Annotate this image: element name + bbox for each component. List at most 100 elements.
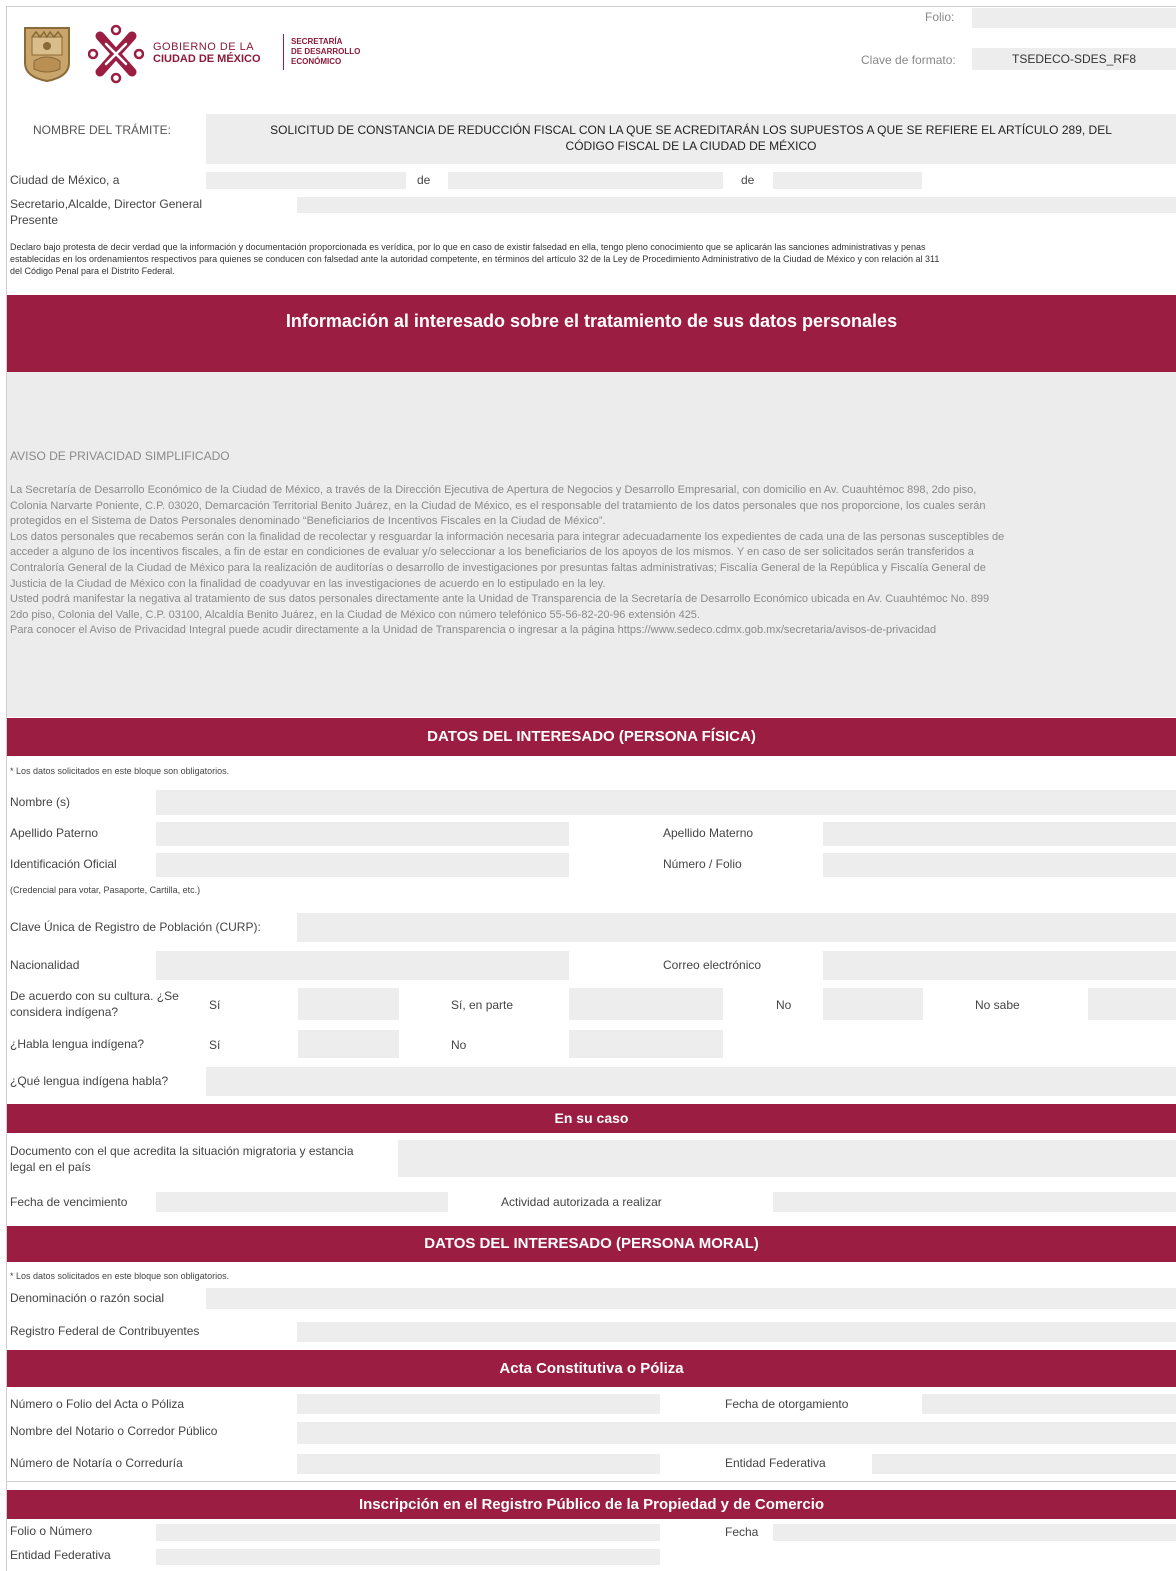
moral-required-note: * Los datos solicitados en este bloque s… [10, 1271, 230, 1281]
day-field[interactable] [206, 172, 406, 189]
destinatario-line2: Presente [10, 213, 59, 227]
actividad-autorizada-label: Actividad autorizada a realizar [501, 1195, 662, 1209]
clave-formato-label: Clave de formato: [861, 53, 956, 67]
nacionalidad-label: Nacionalidad [10, 958, 80, 972]
indigena-si-label: Sí [209, 998, 221, 1012]
numero-notaria-field[interactable] [297, 1454, 660, 1474]
rfc-field[interactable] [297, 1322, 1176, 1342]
registro-fecha-label: Fecha [725, 1525, 759, 1539]
privacy-line: Colonia Narvarte Poniente, C.P. 03020, D… [10, 499, 986, 512]
denominacion-label: Denominación o razón social [10, 1291, 165, 1305]
habla-no-field[interactable] [569, 1030, 723, 1058]
acta-entidad-field[interactable] [872, 1454, 1176, 1474]
privacy-line: acceder a alguno de los incentivos fisca… [10, 546, 974, 559]
que-lengua-label: ¿Qué lengua indígena habla? [10, 1074, 169, 1088]
numero-folio-field[interactable] [823, 853, 1176, 877]
apellido-paterno-field[interactable] [156, 822, 569, 846]
privacy-line: Para conocer el Aviso de Privacidad Inte… [10, 624, 937, 637]
indigena-no-label: No [776, 998, 792, 1012]
tramite-value-line2: CÓDIGO FISCAL DE LA CIUDAD DE MÉXICO [565, 139, 817, 153]
actividad-autorizada-field[interactable] [773, 1192, 1176, 1212]
registro-entidad-label: Entidad Federativa [10, 1548, 111, 1562]
numero-notaria-label: Número de Notaría o Correduría [10, 1456, 183, 1470]
notario-label: Nombre del Notario o Corredor Público [10, 1424, 218, 1438]
privacy-line: Los datos personales que recabemos serán… [10, 530, 1005, 543]
apellido-paterno-label: Apellido Paterno [10, 826, 99, 840]
nombre-label: Nombre (s) [10, 795, 71, 809]
declaracion-line3: del Código Penal para el Distrito Federa… [10, 266, 175, 276]
clave-formato-value: TSEDECO-SDES_RF8 [972, 48, 1176, 70]
habla-si-field[interactable] [298, 1030, 399, 1058]
privacy-header: Información al interesado sobre el trata… [7, 295, 1176, 372]
curp-field[interactable] [297, 913, 1176, 942]
month-field[interactable] [448, 172, 723, 189]
fecha-vencimiento-label: Fecha de vencimiento [10, 1195, 128, 1209]
correo-field[interactable] [823, 951, 1176, 980]
indigena-si-field[interactable] [298, 988, 399, 1020]
registro-folio-field[interactable] [156, 1524, 660, 1541]
persona-fisica-header: DATOS DEL INTERESADO (PERSONA FÍSICA) [7, 718, 1176, 756]
documento-migratorio-label-line2: legal en el país [10, 1160, 91, 1174]
credencial-note: (Credencial para votar, Pasaporte, Carti… [10, 885, 201, 895]
denominacion-field[interactable] [206, 1288, 1176, 1309]
identificacion-label: Identificación Oficial [10, 857, 117, 871]
registro-fecha-field[interactable] [773, 1524, 1176, 1541]
documento-migratorio-field[interactable] [398, 1140, 1176, 1177]
que-lengua-field[interactable] [206, 1067, 1176, 1096]
sec-logo-line3: ECONÓMICO [291, 57, 342, 66]
curp-label: Clave Única de Registro de Población (CU… [10, 920, 261, 934]
tramite-value-line1: SOLICITUD DE CONSTANCIA DE REDUCCIÓN FIS… [270, 123, 1112, 137]
tramite-label: NOMBRE DEL TRÁMITE: [33, 123, 172, 137]
indigena-no-sabe-label: No sabe [975, 998, 1020, 1012]
indigena-no-sabe-field[interactable] [1088, 988, 1176, 1020]
folio-label: Folio: [925, 10, 955, 24]
destinatario-field[interactable] [297, 197, 1176, 213]
apellido-materno-label: Apellido Materno [663, 826, 754, 840]
identificacion-field[interactable] [156, 853, 569, 877]
fisica-required-note: * Los datos solicitados en este bloque s… [10, 766, 230, 776]
indigena-no-field[interactable] [823, 988, 923, 1020]
rfc-label: Registro Federal de Contribuyentes [10, 1324, 200, 1338]
numero-acta-field[interactable] [297, 1394, 660, 1414]
acta-entidad-label: Entidad Federativa [725, 1456, 826, 1470]
gov-logo-line1: GOBIERNO DE LA [153, 41, 255, 53]
habla-no-label: No [451, 1038, 467, 1052]
privacy-title: AVISO DE PRIVACIDAD SIMPLIFICADO [10, 449, 230, 463]
coat-of-arms-logo [24, 27, 70, 83]
acta-header: Acta Constitutiva o Póliza [7, 1350, 1176, 1387]
numero-acta-label: Número o Folio del Acta o Póliza [10, 1397, 185, 1411]
privacy-line: Justicia de la Ciudad de México con la f… [10, 577, 606, 590]
apellido-materno-field[interactable] [823, 822, 1176, 846]
city-date-label: Ciudad de México, a [10, 173, 120, 187]
section-divider [7, 1481, 1176, 1482]
sec-logo-line2: DE DESARROLLO [291, 47, 361, 56]
cdmx-logo [88, 24, 144, 84]
fecha-otorgamiento-label: Fecha de otorgamiento [725, 1397, 849, 1411]
privacy-line: Contraloría General de la Ciudad de Méxi… [10, 561, 986, 574]
registro-folio-label: Folio o Número [10, 1524, 93, 1538]
en-su-caso-header: En su caso [7, 1104, 1176, 1133]
fecha-vencimiento-field[interactable] [156, 1192, 448, 1212]
registro-entidad-field[interactable] [156, 1549, 660, 1565]
privacy-text: La Secretaría de Desarrollo Económico de… [10, 483, 1174, 639]
indigena-si-parte-field[interactable] [569, 988, 723, 1020]
indigena-question-line2: considera indígena? [10, 1005, 119, 1019]
indigena-question-line1: De acuerdo con su cultura. ¿Se [10, 989, 179, 1003]
persona-moral-header: DATOS DEL INTERESADO (PERSONA MORAL) [7, 1226, 1176, 1262]
notario-field[interactable] [297, 1422, 1176, 1444]
nacionalidad-field[interactable] [156, 951, 569, 980]
privacy-line: Usted podrá manifestar la negativa al tr… [10, 593, 990, 606]
de-label-2: de [741, 173, 755, 187]
declaracion-line2: establecidas en los ordenamientos respec… [10, 254, 940, 264]
privacy-line: La Secretaría de Desarrollo Económico de… [10, 484, 977, 496]
privacy-line: protegidos en el Sistema de Datos Person… [10, 515, 606, 528]
indigena-si-parte-label: Sí, en parte [451, 998, 514, 1012]
fecha-otorgamiento-field[interactable] [922, 1394, 1176, 1414]
year-field[interactable] [773, 172, 922, 189]
habla-lengua-label: ¿Habla lengua indígena? [10, 1037, 145, 1051]
privacy-line: 2do piso, Colonia del Valle, C.P. 03100,… [10, 608, 700, 621]
folio-field[interactable] [972, 8, 1176, 28]
numero-folio-label: Número / Folio [663, 857, 742, 871]
declaracion-line1: Declaro bajo protesta de decir verdad qu… [10, 242, 926, 252]
nombre-field[interactable] [156, 790, 1176, 815]
